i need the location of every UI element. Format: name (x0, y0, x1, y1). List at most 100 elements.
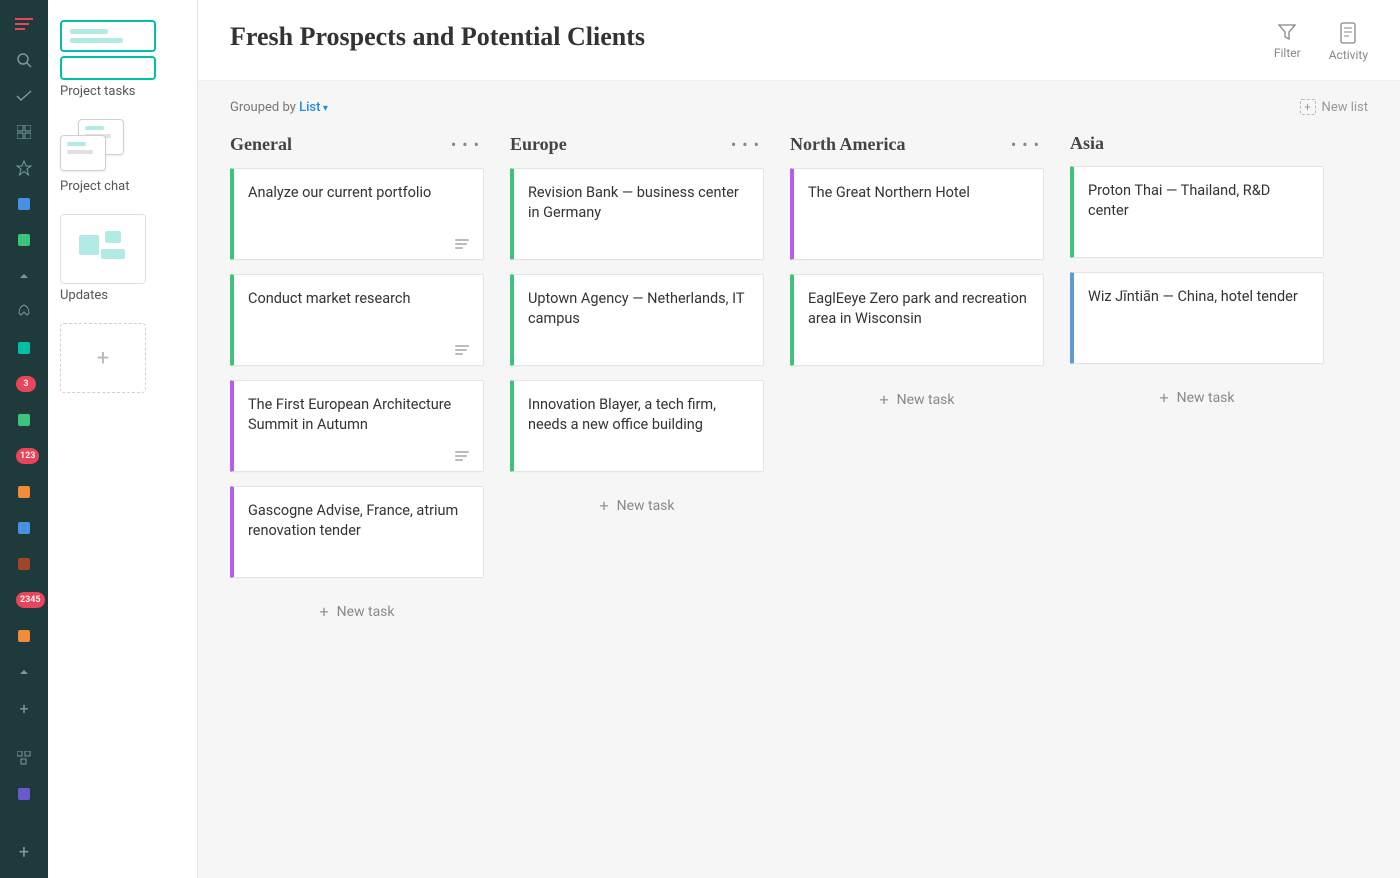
rail-project-green[interactable] (8, 224, 40, 256)
card-list: Proton Thai — Thailand, R&D center Wiz Jī… (1070, 166, 1324, 364)
sidebar-chat-label: Project chat (60, 179, 129, 194)
rocket-icon[interactable] (8, 296, 40, 328)
task-card[interactable]: Conduct market research (230, 274, 484, 366)
column-header: Europe• • • (510, 133, 764, 168)
card-list: Analyze our current portfolio Conduct mar… (230, 168, 484, 578)
column-menu-button[interactable]: • • • (447, 133, 484, 156)
rail-project-darkred[interactable] (8, 548, 40, 580)
rail-caret-up[interactable] (8, 260, 40, 292)
menu-icon[interactable] (8, 8, 40, 40)
sidebar-item-chat[interactable]: Project chat (60, 119, 185, 194)
task-card[interactable]: Gascogne Advise, France, atrium renovati… (230, 486, 484, 578)
filter-label: Filter (1274, 46, 1301, 60)
rail-badge-123[interactable]: 123 (8, 440, 40, 472)
sidebar-item-updates[interactable]: Updates (60, 214, 185, 303)
rail-project-purple[interactable] (8, 778, 40, 810)
task-card[interactable]: The First European Architecture Summit i… (230, 380, 484, 472)
task-card-title: Gascogne Advise, France, atrium renovati… (248, 501, 469, 540)
sidebar: Project tasks Project chat Updates + (48, 0, 198, 878)
task-card[interactable]: EaglEeye Zero park and recreation area i… (790, 274, 1044, 366)
plus-icon: + (1300, 99, 1316, 115)
rail-caret-up-2[interactable] (8, 656, 40, 688)
task-card[interactable]: Uptown Agency — Netherlands, IT campus (510, 274, 764, 366)
task-card[interactable]: Innovation Blayer, a tech firm, needs a … (510, 380, 764, 472)
column-asia: Asia Proton Thai — Thailand, R&D center Wi… (1070, 133, 1324, 413)
kanban-board: General • • • Analyze our current portfoli… (198, 115, 1400, 878)
new-task-button[interactable]: + New task (510, 490, 764, 521)
task-card-title: The Great Northern Hotel (808, 183, 1029, 203)
column-general: General • • • Analyze our current portfoli… (230, 133, 484, 627)
new-task-button[interactable]: + New task (1070, 382, 1324, 413)
card-list: The Great Northern Hotel EaglEeye Zero pa… (790, 168, 1044, 366)
checkmark-icon[interactable] (8, 80, 40, 112)
new-task-button[interactable]: + New task (790, 384, 1044, 415)
description-icon (455, 345, 469, 355)
column-north-america: North America • • • The Great Northern Hot… (790, 133, 1044, 415)
main-area: Fresh Prospects and Potential Clients Fi… (198, 0, 1400, 878)
task-card-title: Proton Thai — Thailand, R&D center (1088, 181, 1309, 220)
plus-icon: + (880, 390, 889, 409)
rail-project-orange-2[interactable] (8, 620, 40, 652)
new-list-label: New list (1322, 100, 1368, 115)
grid-icon[interactable] (8, 116, 40, 148)
rail-badge-3[interactable]: 3 (8, 368, 40, 400)
activity-button[interactable]: Activity (1329, 22, 1368, 62)
column-title: North America (790, 134, 905, 155)
column-header: North America • • • (790, 133, 1044, 168)
plus-icon: + (320, 602, 329, 621)
task-card-title: Conduct market research (248, 289, 469, 309)
rail-project-blue[interactable] (8, 188, 40, 220)
header: Fresh Prospects and Potential Clients Fi… (198, 0, 1400, 81)
task-card[interactable]: Revision Bank — business center in Germa… (510, 168, 764, 260)
task-card-title: The First European Architecture Summit i… (248, 395, 469, 434)
grouped-by: Grouped by List (230, 100, 328, 115)
page-title: Fresh Prospects and Potential Clients (230, 22, 645, 52)
tasks-thumb-icon-2 (60, 56, 156, 80)
new-task-label: New task (897, 392, 955, 408)
funnel-icon (1277, 22, 1297, 42)
task-card-title: Analyze our current portfolio (248, 183, 469, 203)
column-header: Asia (1070, 133, 1324, 166)
rail-project-blue-2[interactable] (8, 512, 40, 544)
task-card[interactable]: The Great Northern Hotel (790, 168, 1044, 260)
description-icon (455, 451, 469, 461)
column-menu-button[interactable]: • • • (727, 133, 764, 156)
filter-button[interactable]: Filter (1274, 22, 1301, 62)
plus-icon: + (1160, 388, 1169, 407)
rail-plus-bottom[interactable]: + (8, 836, 40, 868)
sidebar-tasks-label: Project tasks (60, 84, 136, 99)
task-card[interactable]: Analyze our current portfolio (230, 168, 484, 260)
sidebar-item-tasks[interactable]: Project tasks (60, 20, 185, 99)
task-card-title: Revision Bank — business center in Germa… (528, 183, 749, 222)
new-task-label: New task (1177, 390, 1235, 406)
task-card[interactable]: Wiz Jīntiān — China, hotel tender (1070, 272, 1324, 364)
rail-apps-icon[interactable] (8, 742, 40, 774)
sidebar-item-add[interactable]: + (60, 323, 185, 393)
header-actions: Filter Activity (1274, 22, 1368, 62)
column-title: General (230, 134, 292, 155)
task-card-title: Innovation Blayer, a tech firm, needs a … (528, 395, 749, 434)
rail-project-orange[interactable] (8, 476, 40, 508)
sidebar-updates-label: Updates (60, 288, 108, 303)
card-footer (248, 451, 469, 461)
task-card-title: EaglEeye Zero park and recreation area i… (808, 289, 1029, 328)
new-task-button[interactable]: + New task (230, 596, 484, 627)
plus-icon: + (600, 496, 609, 515)
rail-project-green-2[interactable] (8, 404, 40, 436)
star-icon[interactable] (8, 152, 40, 184)
card-footer (248, 345, 469, 355)
column-menu-button[interactable]: • • • (1007, 133, 1044, 156)
tasks-thumb-icon (60, 20, 156, 52)
activity-label: Activity (1329, 48, 1368, 62)
search-icon[interactable] (8, 44, 40, 76)
new-task-label: New task (337, 604, 395, 620)
task-card-title: Uptown Agency — Netherlands, IT campus (528, 289, 749, 328)
new-task-label: New task (617, 498, 675, 514)
rail-plus-1[interactable]: + (8, 692, 40, 724)
task-card[interactable]: Proton Thai — Thailand, R&D center (1070, 166, 1324, 258)
grouped-by-dropdown[interactable]: List (299, 100, 328, 115)
new-list-button[interactable]: + New list (1300, 99, 1368, 115)
rail-badge-2345[interactable]: 2345 (8, 584, 40, 616)
rail-project-teal[interactable] (8, 332, 40, 364)
task-card-title: Wiz Jīntiān — China, hotel tender (1088, 287, 1309, 307)
